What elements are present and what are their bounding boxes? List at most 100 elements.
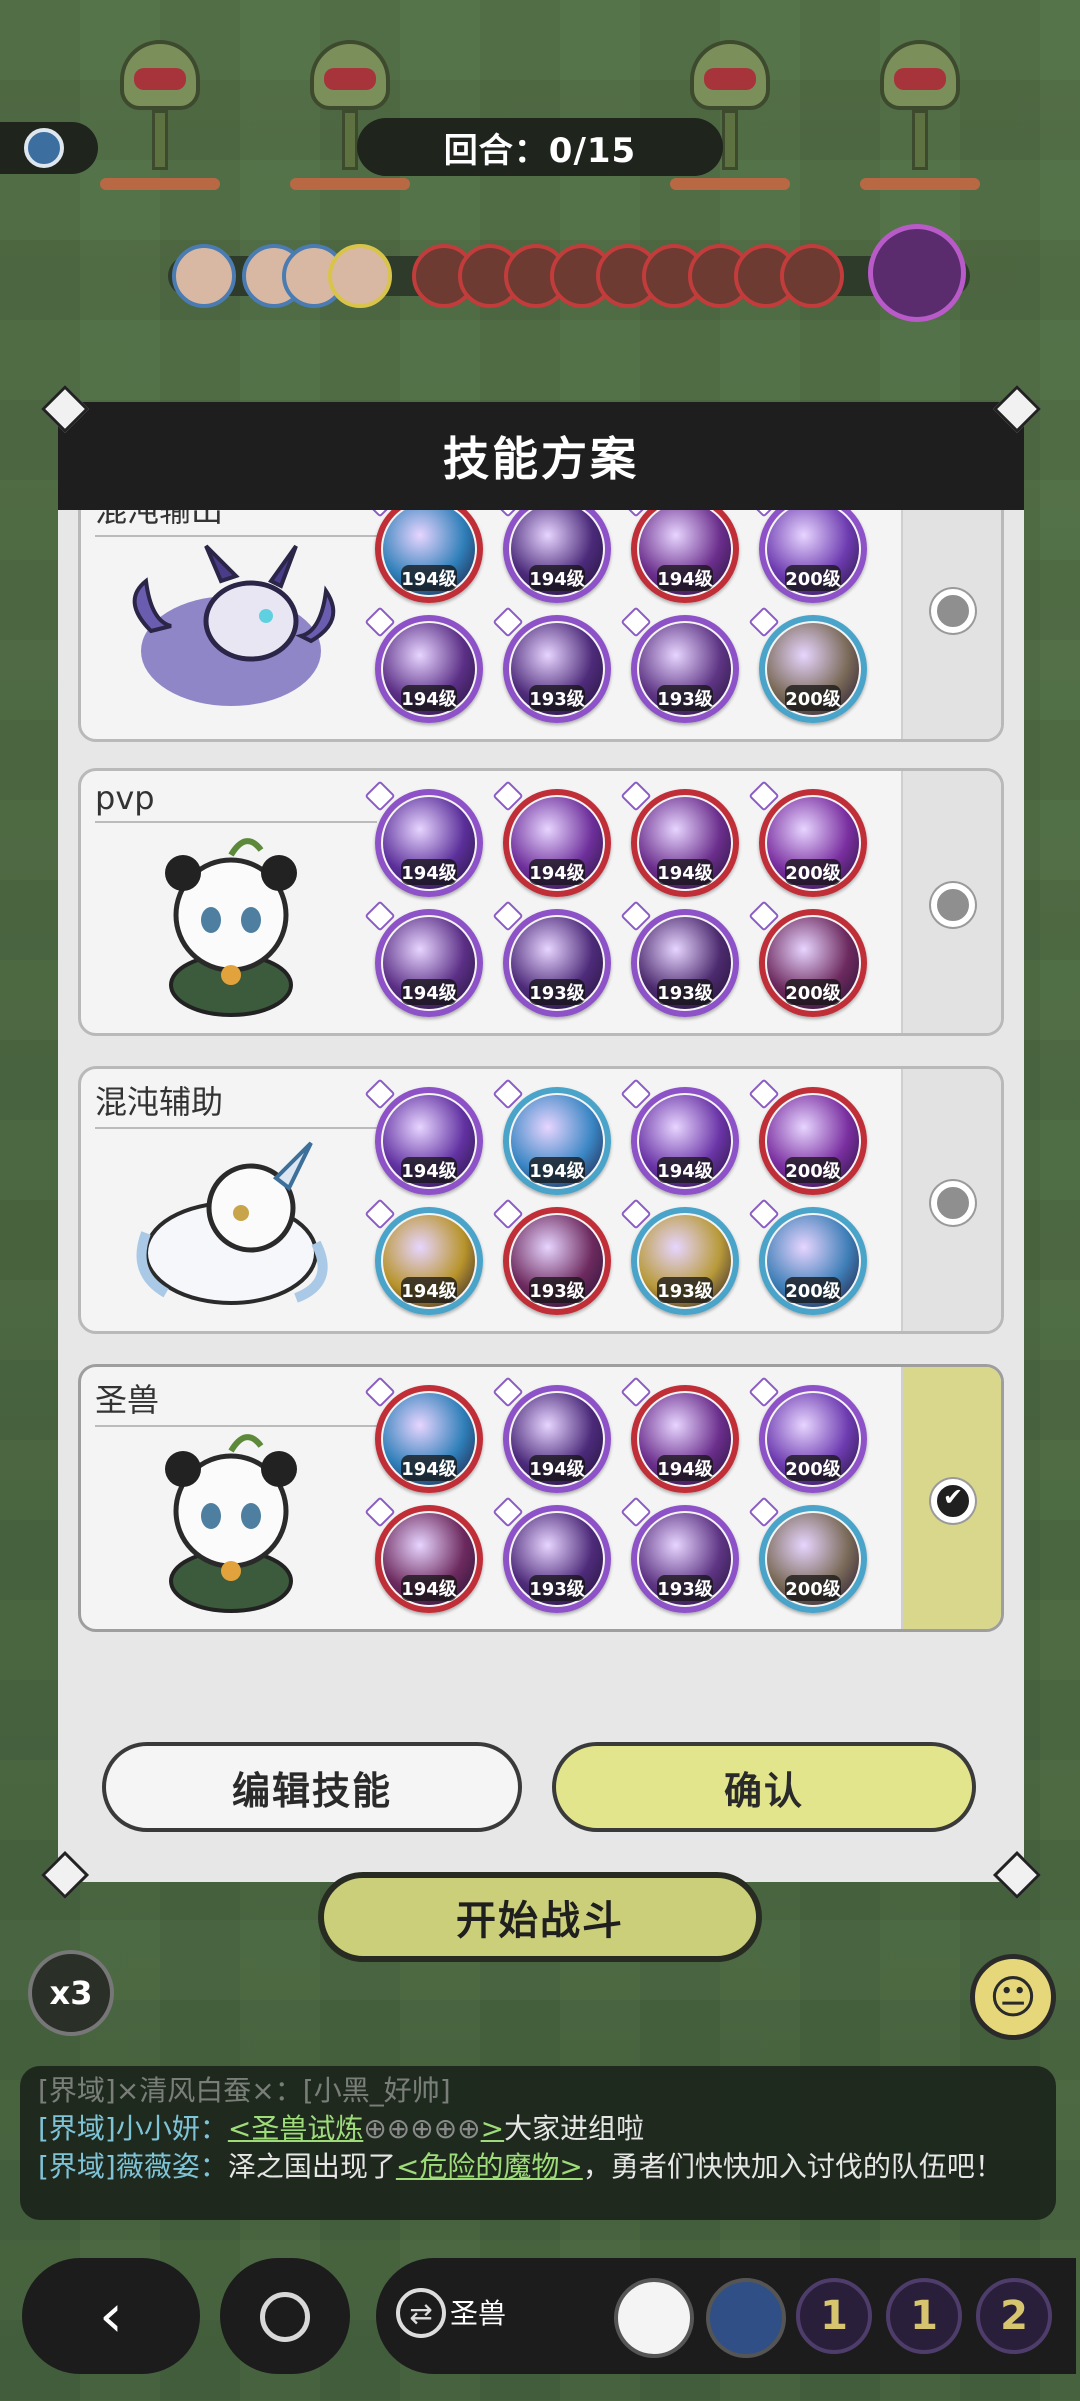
confirm-button[interactable]: 确认 xyxy=(552,1742,976,1832)
plan-radio[interactable] xyxy=(931,1181,975,1225)
plan-select-column[interactable] xyxy=(901,1367,1001,1629)
skill-icon: 193级 xyxy=(620,1496,739,1613)
white-unicorn-pet-image xyxy=(136,1141,328,1305)
speed-toggle-button[interactable]: x3 xyxy=(28,1950,114,2036)
plan-list[interactable]: 混沌输出 194级 194级 194级 200级 194级 193级 193级 200级 pv… xyxy=(78,510,1004,1660)
skill-icon: 194级 xyxy=(492,780,611,897)
skill-level: 194级 xyxy=(401,1455,457,1481)
skill-level: 200级 xyxy=(785,979,841,1005)
skill-grid: 194级 194级 194级 200级 194级 193级 193级 200级 xyxy=(364,1078,895,1327)
boss-avatar xyxy=(868,224,966,322)
team-slot-count[interactable]: 2 xyxy=(976,2278,1052,2354)
skill-icon: 194级 xyxy=(364,1078,483,1195)
skill-icon: 194级 xyxy=(364,1376,483,1493)
chat-panel[interactable]: [界域]×清风白蚕×：[小黑_好帅] [界域]小小妍：<圣兽试炼⊕⊕⊕⊕⊕>大家… xyxy=(20,2066,1056,2220)
skill-level: 193级 xyxy=(657,685,713,711)
enemy-plant xyxy=(100,40,220,190)
skill-level: 194级 xyxy=(529,1455,585,1481)
chat-link[interactable]: <危险的魔物> xyxy=(396,2150,583,2183)
plan-card[interactable]: pvp 194级 194级 194级 200级 194级 193级 193级 200级 xyxy=(78,768,1004,1036)
team-pet-avatar[interactable] xyxy=(706,2278,786,2358)
plan-name: 混沌输出 xyxy=(95,510,377,537)
skill-level: 193级 xyxy=(529,1575,585,1601)
skill-grid: 194级 194级 194级 200级 194级 193级 193级 200级 xyxy=(364,1376,895,1625)
skill-level: 200级 xyxy=(785,1277,841,1303)
skill-icon: 194级 xyxy=(364,1198,483,1315)
player-badge[interactable] xyxy=(0,122,98,174)
current-team-name: 圣兽 xyxy=(450,2297,507,2330)
skill-icon: 200级 xyxy=(748,1198,867,1315)
team-switch-bar[interactable]: ⇄ 圣兽 1 1 2 xyxy=(376,2258,1076,2374)
skill-plan-dialog: 技能方案 混沌输出 194级 194级 194级 200级 194级 193级 193级 20… xyxy=(40,384,1042,1900)
skill-level: 193级 xyxy=(529,685,585,711)
skill-icon: 194级 xyxy=(364,606,483,723)
plan-name: 混沌辅助 xyxy=(95,1077,377,1129)
team-slot-count[interactable]: 1 xyxy=(796,2278,872,2354)
skill-level: 194级 xyxy=(657,565,713,591)
plan-radio[interactable] xyxy=(931,883,975,927)
skill-grid: 194级 194级 194级 200级 194级 193级 193级 200级 xyxy=(364,780,895,1029)
skill-icon: 193级 xyxy=(492,900,611,1017)
skill-icon: 193级 xyxy=(620,900,739,1017)
skill-icon: 194级 xyxy=(492,1376,611,1493)
skill-icon: 193级 xyxy=(620,606,739,723)
skill-icon: 194级 xyxy=(364,780,483,897)
skill-level: 193级 xyxy=(529,1277,585,1303)
bottom-bar: ‹ ⇄ 圣兽 1 1 2 xyxy=(0,2250,1080,2401)
panda-pet-image xyxy=(165,1434,297,1613)
start-battle-button[interactable]: 开始战斗 xyxy=(318,1872,762,1962)
fist-icon xyxy=(24,128,64,168)
back-button[interactable]: ‹ xyxy=(22,2258,200,2374)
turn-order-timeline xyxy=(168,224,970,322)
plan-radio[interactable] xyxy=(931,589,975,633)
skill-icon: 200级 xyxy=(748,1078,867,1195)
turn-avatar xyxy=(780,244,844,308)
skill-level: 194级 xyxy=(401,979,457,1005)
skill-icon: 193级 xyxy=(492,1496,611,1613)
team-pet-avatar[interactable] xyxy=(614,2278,694,2358)
skill-level: 200级 xyxy=(785,685,841,711)
panda-pet-image xyxy=(165,838,297,1017)
chevron-left-icon: ‹ xyxy=(99,2281,123,2351)
plan-card-selected[interactable]: 圣兽 194级 194级 194级 200级 194级 193级 193级 200级 xyxy=(78,1364,1004,1632)
user-settings-icon xyxy=(260,2292,310,2342)
plan-card[interactable]: 混沌辅助 194级 194级 194级 200级 194级 193级 193级 200级 xyxy=(78,1066,1004,1334)
skill-icon: 194级 xyxy=(364,510,483,603)
skill-level: 200级 xyxy=(785,565,841,591)
skill-icon: 194级 xyxy=(620,1078,739,1195)
skill-level: 200级 xyxy=(785,1157,841,1183)
skill-icon: 200级 xyxy=(748,780,867,897)
skill-icon: 194级 xyxy=(492,1078,611,1195)
chat-link[interactable]: <圣兽试炼 xyxy=(228,2112,363,2145)
skill-icon: 193级 xyxy=(492,1198,611,1315)
skill-icon: 193级 xyxy=(620,1198,739,1315)
dialog-title: 技能方案 xyxy=(58,402,1024,510)
skill-level: 193级 xyxy=(657,1277,713,1303)
skill-level: 194级 xyxy=(657,1455,713,1481)
chat-message: [界域]薇薇姿：泽之国出现了<危险的魔物>，勇者们快快加入讨伐的队伍吧！ xyxy=(38,2150,1003,2183)
plan-radio-checked[interactable] xyxy=(931,1479,975,1523)
plan-select-column[interactable] xyxy=(901,771,1001,1033)
plan-card[interactable]: 混沌输出 194级 194级 194级 200级 194级 193级 193级 200级 xyxy=(78,510,1004,742)
chaos-dragon-pet-image xyxy=(132,544,336,706)
skill-grid: 194级 194级 194级 200级 194级 193级 193级 200级 xyxy=(364,510,895,735)
skill-level: 194级 xyxy=(657,1157,713,1183)
skill-level: 193级 xyxy=(529,979,585,1005)
skill-level: 194级 xyxy=(529,859,585,885)
chat-message: [界域]小小妍：<圣兽试炼⊕⊕⊕⊕⊕>大家进组啦 xyxy=(38,2112,645,2145)
friend-button[interactable] xyxy=(220,2258,350,2374)
skill-icon: 194级 xyxy=(620,510,739,603)
skill-level: 200级 xyxy=(785,1455,841,1481)
turn-avatar xyxy=(172,244,236,308)
plan-select-column[interactable] xyxy=(901,1069,1001,1331)
team-slot-count[interactable]: 1 xyxy=(886,2278,962,2354)
skill-icon: 194级 xyxy=(364,1496,483,1613)
skill-level: 194级 xyxy=(657,859,713,885)
neutral-face-icon: 😐 xyxy=(989,1970,1037,2024)
skill-level: 193级 xyxy=(657,979,713,1005)
plan-select-column[interactable] xyxy=(901,510,1001,739)
swap-icon[interactable]: ⇄ xyxy=(396,2288,446,2338)
edit-skills-button[interactable]: 编辑技能 xyxy=(102,1742,522,1832)
skill-level: 200级 xyxy=(785,859,841,885)
emoji-button[interactable]: 😐 xyxy=(970,1954,1056,2040)
